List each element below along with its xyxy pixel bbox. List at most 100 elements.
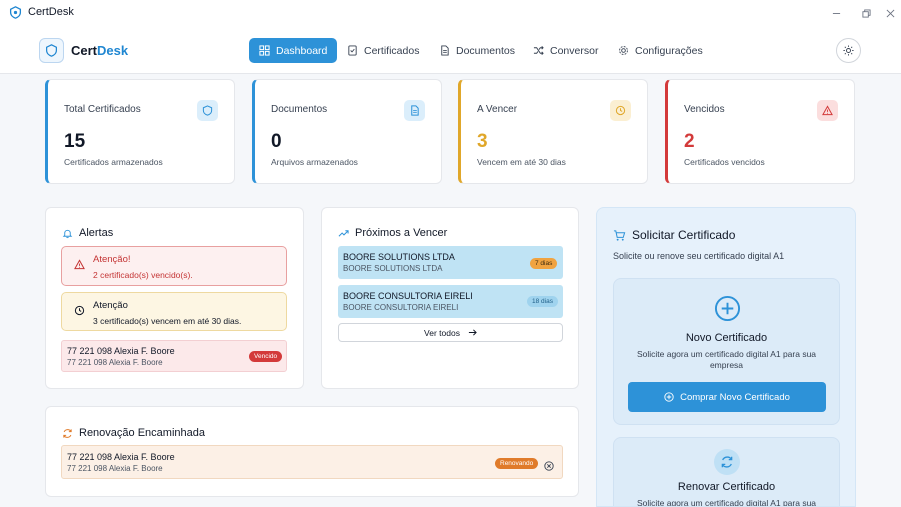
tab-certificados[interactable]: Certificados xyxy=(337,38,429,63)
expired-certificate-row[interactable]: 77 221 098 Alexia F. Boore 77 221 098 Al… xyxy=(61,340,287,372)
request-subtitle: Solicite ou renove seu certificado digit… xyxy=(613,251,785,261)
view-all-button[interactable]: Ver todos xyxy=(338,323,563,342)
stat-card-a-vencer[interactable]: A Vencer 3 Vencem em até 30 dias xyxy=(458,79,648,184)
days-badge: 7 dias xyxy=(530,258,558,269)
status-badge: Renovando xyxy=(495,458,539,469)
shield-icon xyxy=(197,100,218,121)
restore-icon xyxy=(861,8,871,18)
tab-dashboard-label: Dashboard xyxy=(276,44,328,57)
stat-subtitle: Certificados vencidos xyxy=(684,157,765,167)
refresh-icon xyxy=(721,456,733,468)
stat-title: Documentos xyxy=(271,104,328,115)
status-badge: Vencido xyxy=(249,351,283,362)
request-certificate-panel: Solicitar Certificado Solicite ou renove… xyxy=(596,207,856,507)
renew-certificate-title: Renovar Certificado xyxy=(677,481,776,493)
close-icon xyxy=(886,9,894,17)
warning-icon xyxy=(817,100,838,121)
stat-card-vencidos[interactable]: Vencidos 2 Certificados vencidos xyxy=(665,79,855,184)
alert-text: 2 certificado(s) vencido(s). xyxy=(93,270,193,280)
brand-name-part1: Cert xyxy=(71,43,98,58)
renew-icon-wrapper xyxy=(714,449,740,475)
tab-configuracoes-label: Configurações xyxy=(635,44,703,57)
minimize-button[interactable] xyxy=(822,2,850,24)
upcoming-title: Próximos a Vencer xyxy=(338,227,447,239)
upcoming-title-text: Próximos a Vencer xyxy=(355,227,448,239)
stat-title: A Vencer xyxy=(477,104,518,115)
certificate-holder: 77 221 098 Alexia F. Boore xyxy=(67,464,163,473)
company-name: BOORE CONSULTORIA EIRELI xyxy=(343,291,473,301)
app-header: CertDesk Dashboard Certificados Document… xyxy=(0,26,901,74)
stat-title: Vencidos xyxy=(684,104,725,115)
brand-name: CertDesk xyxy=(71,43,128,58)
close-circle-icon xyxy=(544,461,554,471)
renew-certificate-card[interactable]: Renovar Certificado Solicite agora um ce… xyxy=(613,437,840,507)
renewal-title: Renovação Encaminhada xyxy=(62,427,205,439)
renew-certificate-text: Solicite agora um certificado digital A1… xyxy=(636,498,817,507)
renewal-row[interactable]: 77 221 098 Alexia F. Boore 77 221 098 Al… xyxy=(61,445,563,479)
file-check-icon xyxy=(348,45,357,56)
request-title: Solicitar Certificado xyxy=(613,228,735,242)
tab-conversor[interactable]: Conversor xyxy=(523,38,608,63)
buy-new-certificate-label: Comprar Novo Certificado xyxy=(680,391,790,403)
days-badge: 18 dias xyxy=(527,296,558,307)
upcoming-item[interactable]: BOORE CONSULTORIA EIRELI BOORE CONSULTOR… xyxy=(338,285,563,318)
tab-dashboard[interactable]: Dashboard xyxy=(249,38,338,63)
new-certificate-title: Novo Certificado xyxy=(685,332,768,344)
stat-card-documentos[interactable]: Documentos 0 Arquivos armazenados xyxy=(252,79,442,184)
shuffle-icon xyxy=(533,46,544,55)
stat-card-total-certificados[interactable]: Total Certificados 15 Certificados armaz… xyxy=(45,79,235,184)
document-icon xyxy=(441,45,449,56)
brand-logo[interactable] xyxy=(39,38,64,63)
tab-certificados-label: Certificados xyxy=(364,44,420,57)
stat-value: 15 xyxy=(64,131,86,152)
arrow-right-icon xyxy=(468,329,477,336)
stat-subtitle: Certificados armazenados xyxy=(64,157,163,167)
request-title-text: Solicitar Certificado xyxy=(632,228,736,242)
upcoming-item[interactable]: BOORE SOLUTIONS LTDA BOORE SOLUTIONS LTD… xyxy=(338,246,563,279)
refresh-icon xyxy=(63,428,72,438)
brand-name-part2: Desk xyxy=(97,43,129,58)
clock-icon xyxy=(610,100,631,121)
app-shield-icon xyxy=(9,6,22,19)
tab-conversor-label: Conversor xyxy=(550,44,599,57)
alerts-title-text: Alertas xyxy=(79,227,114,239)
stat-title: Total Certificados xyxy=(64,104,141,115)
grid-icon xyxy=(259,45,270,56)
alert-title: Atenção xyxy=(93,300,128,311)
theme-toggle-button[interactable] xyxy=(836,38,861,63)
company-subname: BOORE SOLUTIONS LTDA xyxy=(343,264,443,273)
warning-icon xyxy=(74,259,85,270)
stat-value: 3 xyxy=(477,131,488,152)
plus-circle-icon xyxy=(664,392,674,402)
new-certificate-card: Novo Certificado Solicite agora um certi… xyxy=(613,278,840,425)
new-certificate-text: Solicite agora um certificado digital A1… xyxy=(636,349,817,370)
tab-documentos[interactable]: Documentos xyxy=(429,38,525,63)
shield-icon xyxy=(46,44,57,57)
certificate-name: 77 221 098 Alexia F. Boore xyxy=(67,346,175,356)
cancel-renewal-button[interactable] xyxy=(544,458,554,471)
company-name: BOORE SOLUTIONS LTDA xyxy=(343,252,455,262)
tab-documentos-label: Documentos xyxy=(456,44,515,57)
alert-danger[interactable]: Atenção! 2 certificado(s) vencido(s). xyxy=(61,246,287,286)
cart-icon xyxy=(613,229,626,241)
stat-subtitle: Vencem em até 30 dias xyxy=(477,157,566,167)
certificate-name: 77 221 098 Alexia F. Boore xyxy=(67,452,175,462)
stat-subtitle: Arquivos armazenados xyxy=(271,157,358,167)
document-icon xyxy=(404,100,425,121)
sun-icon xyxy=(843,45,854,56)
close-window-button[interactable] xyxy=(876,2,901,24)
company-subname: BOORE CONSULTORIA EIRELI xyxy=(343,303,459,312)
plus-circle-icon xyxy=(714,295,741,322)
bell-icon xyxy=(62,229,73,238)
renewal-title-text: Renovação Encaminhada xyxy=(79,427,205,439)
certificate-holder: 77 221 098 Alexia F. Boore xyxy=(67,358,163,367)
gear-icon xyxy=(619,46,628,55)
tab-configuracoes[interactable]: Configurações xyxy=(608,38,713,63)
buy-new-certificate-button[interactable]: Comprar Novo Certificado xyxy=(628,382,826,412)
stat-value: 2 xyxy=(684,131,695,152)
stat-value: 0 xyxy=(271,131,282,152)
alert-warning[interactable]: Atenção 3 certificado(s) vencem em até 3… xyxy=(61,292,287,331)
minimize-icon xyxy=(832,12,840,14)
window-titlebar: CertDesk xyxy=(0,0,901,26)
alert-text: 3 certificado(s) vencem em até 30 dias. xyxy=(93,316,242,326)
